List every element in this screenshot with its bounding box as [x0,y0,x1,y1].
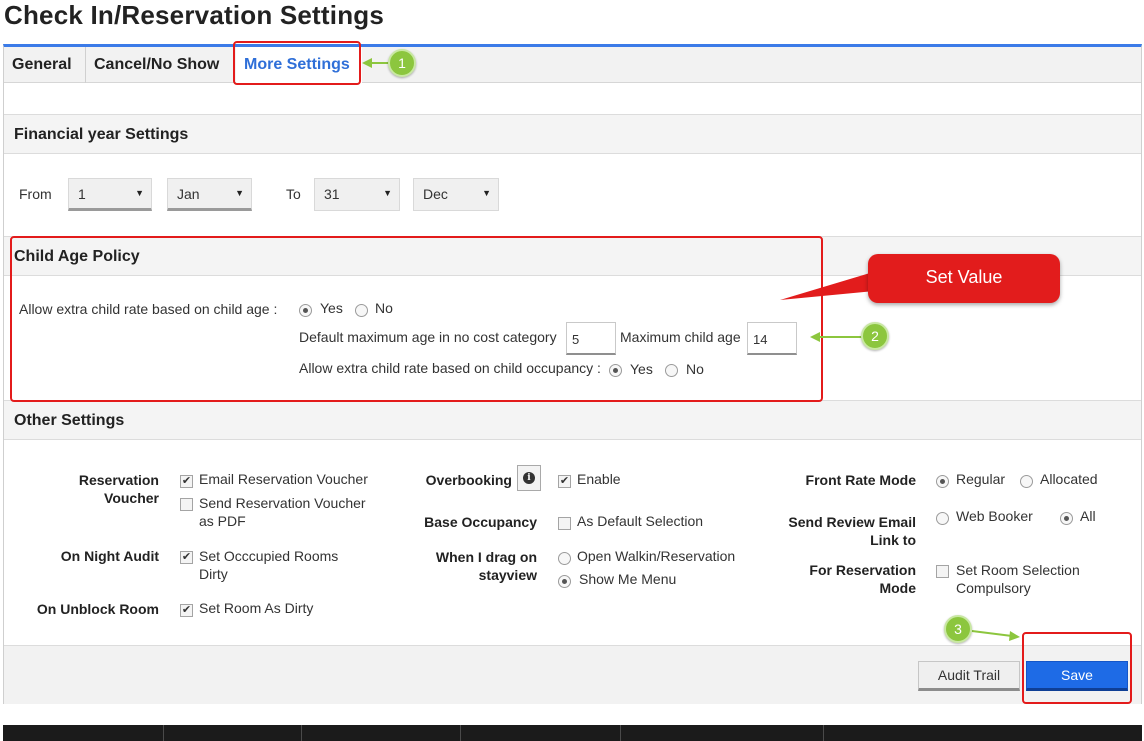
from-month-select[interactable]: Jan ▼ [167,178,252,211]
show-menu-label: Show Me Menu [579,571,677,587]
reservation-voucher-label: Reservation Voucher [78,472,159,506]
email-voucher-label: Email Reservation Voucher [199,471,368,487]
open-walkin-radio[interactable] [558,552,571,565]
to-day-value: 31 [324,186,340,202]
set-dirty-label: Set Occcupied Rooms Dirty [199,548,339,582]
footer-bar: Audit Trail Save [4,645,1141,704]
caret-down-icon: ▼ [383,188,392,198]
all-radio[interactable] [1060,512,1073,525]
info-icon: i [523,472,535,484]
caret-down-icon: ▼ [482,188,491,198]
send-pdf-checkbox[interactable] [180,498,193,511]
show-menu-radio[interactable] [558,575,571,588]
from-day-select[interactable]: 1 ▼ [68,178,152,211]
page-title: Check In/Reservation Settings [4,0,385,30]
tab-cancel-no-show[interactable]: Cancel/No Show [86,47,234,83]
caret-down-icon: ▼ [235,188,244,198]
to-day-select[interactable]: 31 ▼ [314,178,400,211]
step-1-marker: 1 [388,49,416,77]
from-month-value: Jan [177,186,200,202]
other-settings-header: Other Settings [4,400,1141,440]
night-audit-label: On Night Audit [60,548,159,564]
bottom-bar-divider [301,725,302,741]
caret-down-icon: ▼ [135,188,144,198]
to-label: To [286,186,301,202]
to-month-select[interactable]: Dec ▼ [413,178,499,211]
allocated-label: Allocated [1040,471,1098,487]
web-booker-radio[interactable] [936,512,949,525]
web-booker-label: Web Booker [956,508,1033,524]
reservation-mode-label: For Reservation Mode [809,562,916,596]
base-occupancy-label: Base Occupancy [424,514,537,530]
review-email-label: Send Review Email Link to [788,514,916,548]
email-voucher-checkbox[interactable]: ✔ [180,475,193,488]
overbooking-enable-label: Enable [577,471,621,487]
bottom-bar-divider [620,725,621,741]
room-selection-checkbox[interactable] [936,565,949,578]
other-settings-heading: Other Settings [14,412,125,429]
send-pdf-label: Send Reservation Voucher as PDF [199,495,366,529]
set-dirty-checkbox[interactable]: ✔ [180,551,193,564]
to-month-value: Dec [423,186,448,202]
set-room-dirty-checkbox[interactable]: ✔ [180,604,193,617]
highlight-save-button [1022,632,1132,704]
bottom-bar-divider [163,725,164,741]
regular-radio[interactable] [936,475,949,488]
from-label: From [19,186,52,202]
allocated-radio[interactable] [1020,475,1033,488]
step-3-marker: 3 [944,615,972,643]
set-room-dirty-label: Set Room As Dirty [199,600,314,616]
highlight-more-settings [233,41,361,85]
bottom-bar-divider [460,725,461,741]
room-selection-label: Set Room Selection Compulsory [956,562,1080,596]
overbooking-info-button[interactable]: i [517,465,541,491]
as-default-checkbox[interactable] [558,517,571,530]
step-2-marker: 2 [861,322,889,350]
front-rate-mode-label: Front Rate Mode [805,472,916,488]
regular-label: Regular [956,471,1006,487]
audit-trail-button[interactable]: Audit Trail [918,661,1020,691]
highlight-child-age-policy [10,236,823,402]
unblock-room-label: On Unblock Room [36,601,159,617]
financial-year-heading: Financial year Settings [14,126,189,143]
tab-bar: General Cancel/No Show More Settings [4,47,1141,83]
financial-year-header: Financial year Settings [4,114,1141,154]
bottom-bar [3,725,1142,741]
set-value-callout: Set Value [868,254,1060,303]
overbooking-enable-checkbox[interactable]: ✔ [558,475,571,488]
from-day-value: 1 [78,186,86,202]
as-default-label: As Default Selection [577,513,704,529]
overbooking-label: Overbooking [425,472,512,488]
open-walkin-label: Open Walkin/Reservation [577,548,736,564]
drag-stayview-label: When I drag on stayview [435,549,537,583]
all-label: All [1080,508,1096,524]
tab-general[interactable]: General [4,47,86,83]
bottom-bar-divider [823,725,824,741]
